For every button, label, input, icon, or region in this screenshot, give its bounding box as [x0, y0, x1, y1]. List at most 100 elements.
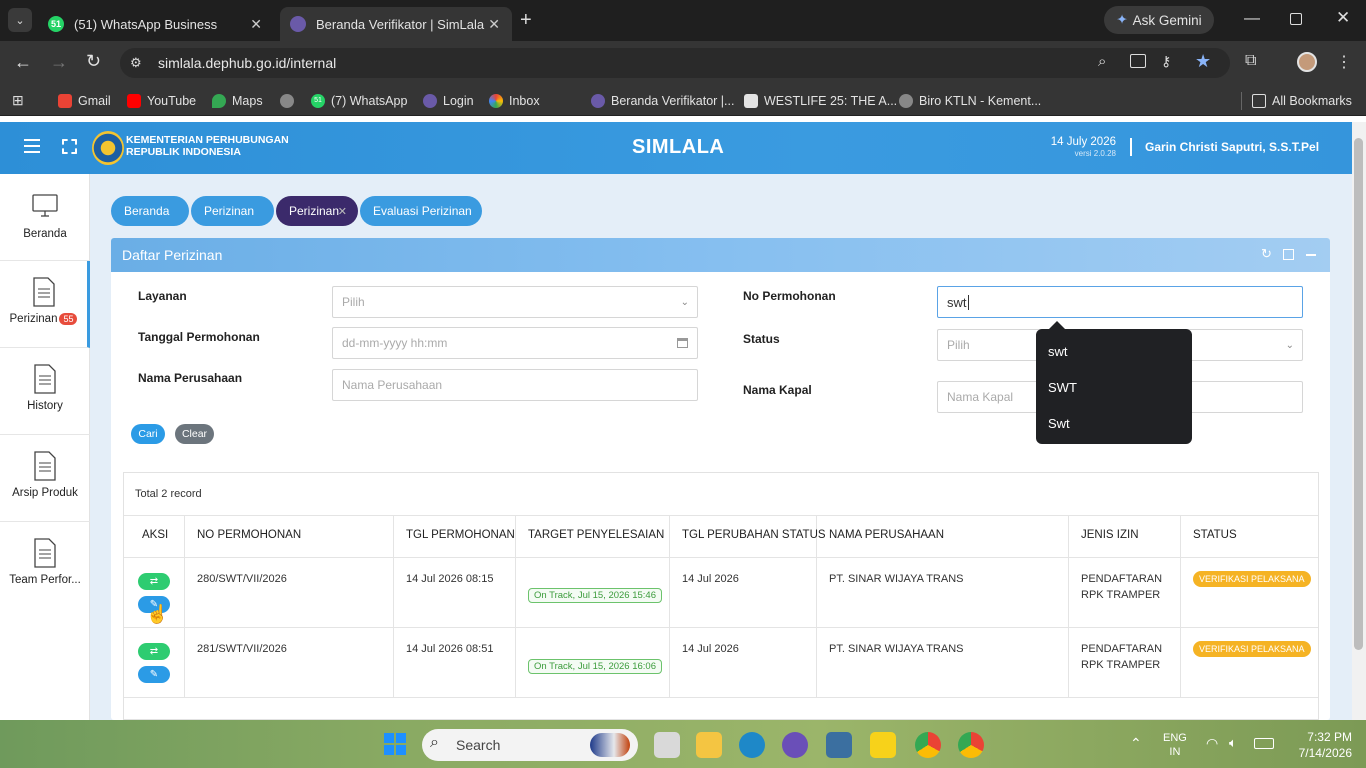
button-label: Clear: [181, 428, 208, 440]
chrome-profile-icon[interactable]: [958, 732, 984, 758]
breadcrumb-evaluasi[interactable]: Evaluasi Perizinan: [360, 196, 482, 226]
wifi-icon[interactable]: ◠: [1206, 735, 1218, 752]
menu-icon[interactable]: ⋮: [1336, 52, 1352, 72]
minimize-icon[interactable]: —: [1244, 10, 1260, 28]
profile-avatar[interactable]: [1297, 52, 1317, 72]
column-header-nama-perusahaan[interactable]: NAMA PERUSAHAAN: [829, 529, 944, 541]
refresh-icon[interactable]: ↻: [1261, 246, 1272, 262]
sidebar-item-label: Arsip Produk: [12, 487, 78, 499]
expand-icon[interactable]: [1283, 249, 1294, 260]
nama-perusahaan-label: Nama Perusahaan: [138, 371, 243, 385]
all-bookmarks[interactable]: All Bookmarks: [1252, 92, 1352, 110]
sidebar-item-history[interactable]: History: [0, 348, 90, 435]
task-view-icon[interactable]: [654, 732, 680, 758]
collapse-icon[interactable]: [1306, 254, 1316, 256]
language-indicator[interactable]: ENG IN: [1163, 731, 1187, 759]
folder-icon: [1252, 94, 1266, 108]
input-value: swt: [947, 294, 967, 310]
column-header-target[interactable]: TARGET PENYELESAIAN: [528, 529, 664, 541]
forward-icon[interactable]: →: [50, 52, 68, 73]
tab-simlala[interactable]: Beranda Verifikator | SimLala ✕: [280, 7, 512, 41]
hand-cursor-icon: ☝: [146, 604, 169, 624]
bookmark-beranda-verifikator[interactable]: Beranda Verifikator |...: [591, 92, 734, 110]
date-placeholder: dd-mm-yyyy hh:mm: [342, 336, 448, 350]
fullscreen-icon[interactable]: [62, 139, 77, 154]
close-icon[interactable]: ✕: [338, 205, 347, 218]
breadcrumb-perizinan-active[interactable]: Perizinan ✕: [276, 196, 358, 226]
bookmark-globe[interactable]: [280, 92, 300, 110]
bookmark-biro-ktln[interactable]: Biro KTLN - Kement...: [899, 92, 1041, 110]
bookmark-maps[interactable]: Maps: [212, 92, 263, 110]
sidebar-item-beranda[interactable]: Beranda: [0, 174, 90, 261]
windows-start-icon[interactable]: [384, 733, 406, 755]
autocomplete-option[interactable]: SWT: [1048, 380, 1077, 395]
volume-icon[interactable]: 🔈︎: [1229, 735, 1237, 751]
battery-icon[interactable]: [1254, 738, 1274, 749]
layanan-select[interactable]: Pilih ⌄: [332, 286, 698, 318]
breadcrumb-perizinan[interactable]: Perizinan: [191, 196, 274, 226]
site-info-icon[interactable]: ⚙: [130, 55, 142, 71]
column-header-status[interactable]: STATUS: [1193, 529, 1237, 541]
ask-gemini-button[interactable]: ✦ Ask Gemini: [1104, 6, 1214, 34]
clock-date[interactable]: 7/14/2026: [1292, 746, 1352, 760]
apps-grid-icon[interactable]: ⊞: [12, 92, 24, 109]
edit-button[interactable]: ✎: [138, 666, 170, 683]
bookmark-login[interactable]: Login: [423, 92, 474, 110]
column-header-tgl-perubahan[interactable]: TGL PERUBAHAN STATUS: [682, 529, 826, 541]
column-header-tgl-permohonan[interactable]: TGL PERMOHONAN: [406, 529, 515, 541]
tray-overflow-icon[interactable]: ⌃: [1130, 735, 1142, 752]
sticky-notes-icon[interactable]: [870, 732, 896, 758]
restore-icon[interactable]: [1290, 13, 1302, 25]
bookmark-whatsapp[interactable]: 51 (7) WhatsApp: [311, 92, 407, 110]
camera-app-icon[interactable]: [826, 732, 852, 758]
header-date: 14 July 2026: [1050, 136, 1116, 148]
extensions-icon[interactable]: ⧉: [1245, 52, 1256, 70]
sidebar-item-arsip-produk[interactable]: Arsip Produk: [0, 435, 90, 522]
hamburger-menu-icon[interactable]: [24, 139, 40, 153]
app-version: versi 2.0.28: [1074, 149, 1116, 158]
column-header-no-permohonan[interactable]: NO PERMOHONAN: [197, 529, 301, 541]
autocomplete-option[interactable]: swt: [1048, 344, 1068, 359]
close-window-icon[interactable]: ✕: [1336, 8, 1350, 28]
process-button[interactable]: ⇄: [138, 643, 170, 660]
sidebar-item-team-performance[interactable]: Team Perfor...: [0, 522, 90, 609]
breadcrumb-label: Perizinan: [204, 204, 255, 218]
sidebar-item-perizinan[interactable]: Perizinan 55: [0, 261, 90, 348]
bookmark-gmail[interactable]: Gmail: [58, 92, 111, 110]
new-tab-button[interactable]: +: [520, 9, 532, 32]
scrollbar-thumb[interactable]: [1354, 138, 1363, 650]
install-icon[interactable]: [1130, 54, 1146, 68]
input-placeholder: Nama Kapal: [947, 390, 1014, 404]
file-explorer-icon[interactable]: [696, 732, 722, 758]
user-name[interactable]: Garin Christi Saputri, S.S.T.Pel: [1145, 140, 1319, 154]
process-button[interactable]: ⇄: [138, 573, 170, 590]
app-icon[interactable]: [782, 732, 808, 758]
chrome-icon[interactable]: [915, 732, 941, 758]
autocomplete-option[interactable]: Swt: [1048, 416, 1070, 431]
bookmark-westlife[interactable]: WESTLIFE 25: THE A...: [744, 92, 897, 110]
close-icon[interactable]: ✕: [250, 16, 262, 33]
password-key-icon[interactable]: ⚷: [1161, 53, 1171, 70]
zoom-icon[interactable]: ⌕: [1098, 53, 1106, 70]
calendar-icon: [677, 338, 688, 348]
bookmark-star-icon[interactable]: ★: [1195, 51, 1211, 72]
clear-button[interactable]: Clear: [175, 424, 214, 444]
close-icon[interactable]: ✕: [488, 16, 500, 33]
back-icon[interactable]: ←: [14, 52, 32, 73]
tanggal-permohonan-input[interactable]: dd-mm-yyyy hh:mm: [332, 327, 698, 359]
clock-time[interactable]: 7:32 PM: [1292, 730, 1352, 744]
bookmark-inbox[interactable]: Inbox: [489, 92, 540, 110]
tab-whatsapp[interactable]: 51 (51) WhatsApp Business ✕: [38, 7, 274, 41]
edge-icon[interactable]: [739, 732, 765, 758]
tab-search-button[interactable]: ⌄: [8, 8, 32, 32]
language-code: ENG: [1163, 732, 1187, 744]
cari-button[interactable]: Cari: [131, 424, 165, 444]
bookmark-youtube[interactable]: YouTube: [127, 92, 196, 110]
column-header-jenis-izin[interactable]: JENIS IZIN: [1081, 529, 1139, 541]
breadcrumb-beranda[interactable]: Beranda: [111, 196, 189, 226]
cell-no-permohonan[interactable]: 281/SWT/VII/2026: [197, 643, 287, 655]
cell-no-permohonan[interactable]: 280/SWT/VII/2026: [197, 573, 287, 585]
nama-perusahaan-input[interactable]: Nama Perusahaan: [332, 369, 698, 401]
reload-icon[interactable]: ↻: [86, 51, 101, 72]
no-permohonan-input[interactable]: swt: [937, 286, 1303, 318]
